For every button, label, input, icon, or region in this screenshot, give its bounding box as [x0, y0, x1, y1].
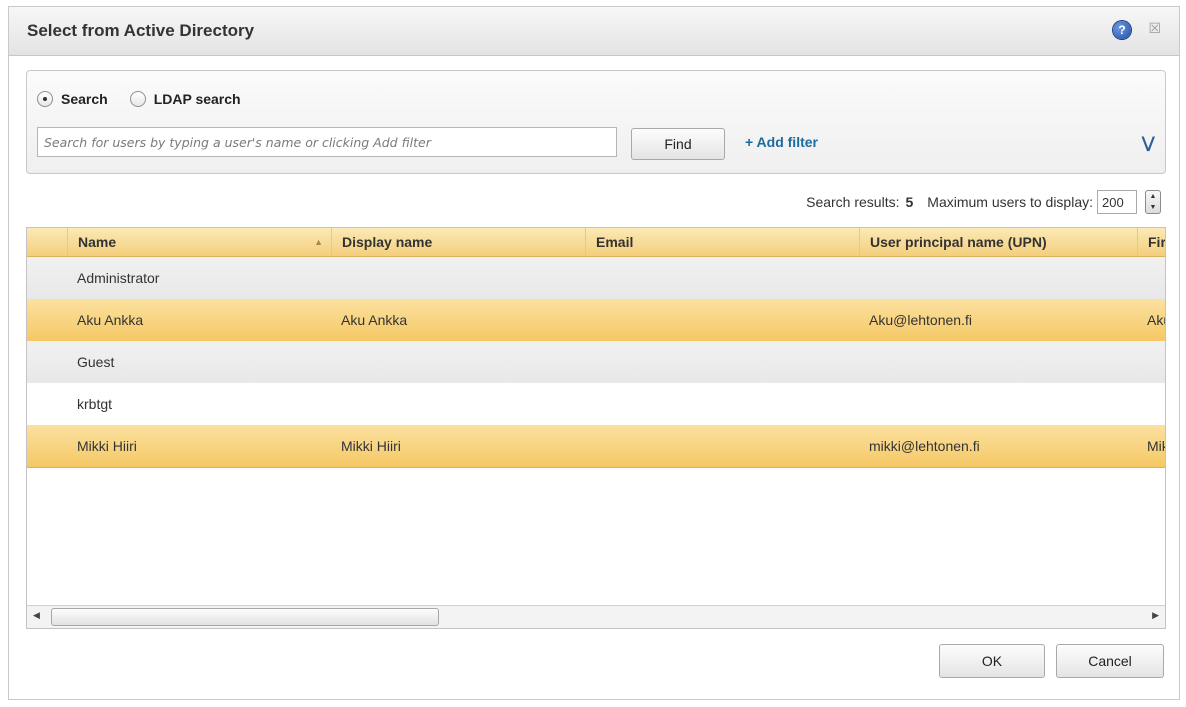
- cell-first: [1137, 383, 1165, 425]
- column-header-name[interactable]: Name ▲: [67, 228, 331, 256]
- table-row[interactable]: Guest: [27, 341, 1165, 384]
- cell-first: [1137, 257, 1165, 299]
- cell-email: [585, 341, 859, 383]
- select-ad-dialog: Select from Active Directory ? ☒ Search …: [8, 6, 1180, 700]
- dialog-title: Select from Active Directory: [27, 21, 255, 40]
- search-mode-label[interactable]: Search: [61, 91, 108, 107]
- table-row[interactable]: Administrator: [27, 257, 1165, 300]
- search-results-label: Search results:: [806, 194, 900, 210]
- spin-down-icon[interactable]: ▼: [1150, 204, 1157, 211]
- results-bar: Search results: 5 Maximum users to displ…: [806, 190, 1161, 214]
- horizontal-scrollbar[interactable]: ◀ ▶: [27, 605, 1165, 628]
- column-header-name-label: Name: [78, 234, 117, 250]
- cancel-button[interactable]: Cancel: [1056, 644, 1164, 678]
- search-mode-radio[interactable]: [37, 91, 53, 107]
- help-icon[interactable]: ?: [1113, 21, 1131, 39]
- max-users-label: Maximum users to display:: [927, 194, 1093, 210]
- add-filter-link[interactable]: + Add filter: [745, 134, 818, 150]
- ok-button[interactable]: OK: [939, 644, 1045, 678]
- cell-first: [1137, 341, 1165, 383]
- column-header-upn[interactable]: User principal name (UPN): [859, 228, 1137, 256]
- cell-name: Administrator: [77, 270, 160, 286]
- spin-up-icon[interactable]: ▲: [1150, 193, 1157, 200]
- ldap-search-radio[interactable]: [129, 91, 146, 107]
- users-grid: Name ▲ Display name Email User principal…: [26, 227, 1166, 629]
- search-mode-group: Search LDAP search: [37, 91, 263, 107]
- max-users-spinner[interactable]: ▲ ▼: [1145, 190, 1161, 214]
- cell-upn: [859, 257, 1137, 299]
- cell-first: Aku: [1147, 312, 1165, 328]
- max-users-input[interactable]: 200: [1097, 190, 1137, 214]
- cell-display: [331, 341, 585, 383]
- scroll-right-icon[interactable]: ▶: [1152, 610, 1159, 621]
- cell-email: [585, 425, 859, 467]
- cell-email: [585, 257, 859, 299]
- column-header-email[interactable]: Email: [585, 228, 859, 256]
- cell-display: [331, 383, 585, 425]
- chevron-double-down-icon[interactable]: ⋁: [1142, 133, 1155, 153]
- cell-upn: mikki@lehtonen.fi: [869, 438, 980, 454]
- table-row[interactable]: Aku Ankka Aku Ankka Aku@lehtonen.fi Aku: [27, 299, 1165, 342]
- table-row[interactable]: Mikki Hiiri Mikki Hiiri mikki@lehtonen.fi M…: [27, 425, 1165, 468]
- title-bar: Select from Active Directory ? ☒: [9, 7, 1179, 56]
- cell-first: Mik: [1147, 438, 1165, 454]
- search-input[interactable]: [37, 127, 617, 157]
- column-header-display-name[interactable]: Display name: [331, 228, 585, 256]
- cell-display: [331, 257, 585, 299]
- cell-name: Aku Ankka: [77, 312, 144, 328]
- cell-name: Guest: [77, 354, 115, 370]
- table-row[interactable]: krbtgt: [27, 383, 1165, 426]
- cell-upn: [859, 383, 1137, 425]
- scrollbar-thumb[interactable]: [51, 608, 439, 626]
- cell-upn: Aku@lehtonen.fi: [869, 312, 972, 328]
- cell-upn: [859, 341, 1137, 383]
- cell-email: [585, 383, 859, 425]
- search-results-count: 5: [905, 194, 914, 210]
- find-button[interactable]: Find: [631, 128, 725, 160]
- scroll-left-icon[interactable]: ◀: [33, 610, 40, 621]
- column-header-first-name[interactable]: Firs: [1137, 228, 1165, 256]
- cell-name: krbtgt: [77, 396, 113, 412]
- cell-display: Aku Ankka: [341, 312, 408, 328]
- cell-email: [585, 299, 859, 341]
- search-panel: Search LDAP search Find + Add filter ⋁: [26, 70, 1166, 174]
- cell-name: Mikki Hiiri: [77, 438, 137, 454]
- cell-display: Mikki Hiiri: [341, 438, 401, 454]
- row-selector-header: [27, 228, 67, 256]
- ldap-search-label[interactable]: LDAP search: [154, 91, 241, 107]
- sort-ascending-icon: ▲: [314, 237, 323, 247]
- grid-header: Name ▲ Display name Email User principal…: [27, 228, 1165, 257]
- close-icon[interactable]: ☒: [1148, 20, 1161, 37]
